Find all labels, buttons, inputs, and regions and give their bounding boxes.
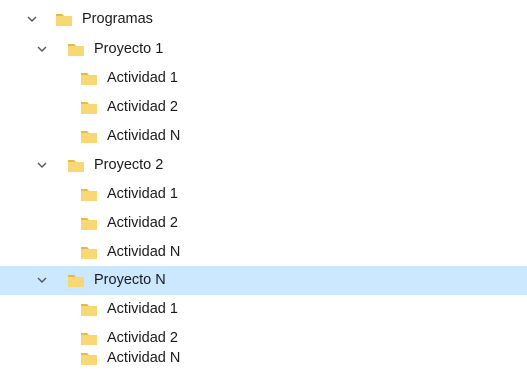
folder-icon (81, 131, 97, 143)
tree-label-proyecto: Proyecto 2 (94, 157, 164, 173)
tree-row-proyecto-1[interactable]: Proyecto 1 (0, 35, 527, 64)
chevron-down-icon[interactable] (36, 159, 48, 171)
tree-label-actividad: Actividad 1 (107, 70, 178, 86)
tree-row-actividad[interactable]: Actividad 1 (0, 180, 527, 209)
tree-row-actividad[interactable]: Actividad 2 (0, 209, 527, 238)
chevron-down-icon[interactable] (26, 13, 38, 25)
tree-label-actividad: Actividad 1 (107, 186, 178, 202)
folder-icon (81, 189, 97, 201)
folder-icon (56, 14, 72, 26)
tree-row-actividad[interactable]: Actividad 2 (0, 93, 527, 122)
tree-row-actividad[interactable]: Actividad N (0, 344, 527, 373)
tree-label-actividad: Actividad N (107, 350, 181, 366)
tree-label-actividad: Actividad N (107, 128, 181, 144)
tree-row-programas[interactable]: Programas (0, 5, 527, 34)
tree-row-proyecto-2[interactable]: Proyecto 2 (0, 151, 527, 180)
folder-icon (68, 160, 84, 172)
tree-label-actividad: Actividad 2 (107, 215, 178, 231)
tree-label-actividad: Actividad 2 (107, 99, 178, 115)
tree-label-proyecto: Proyecto 1 (94, 41, 164, 57)
tree-row-actividad[interactable]: Actividad 1 (0, 295, 527, 324)
folder-icon (81, 304, 97, 316)
tree-row-actividad[interactable]: Actividad N (0, 238, 527, 267)
folder-icon (81, 73, 97, 85)
folder-icon (81, 247, 97, 259)
tree-label-actividad: Actividad N (107, 244, 181, 260)
tree-label-proyecto: Proyecto N (94, 272, 166, 288)
tree-row-proyecto-n[interactable]: Proyecto N (0, 266, 527, 295)
folder-icon (68, 44, 84, 56)
folder-icon (81, 102, 97, 114)
folder-icon (81, 353, 97, 365)
tree-label-programas: Programas (82, 11, 153, 27)
chevron-down-icon[interactable] (36, 274, 48, 286)
folder-icon (68, 275, 84, 287)
tree-row-actividad[interactable]: Actividad 1 (0, 64, 527, 93)
tree-label-actividad: Actividad 1 (107, 301, 178, 317)
folder-icon (81, 218, 97, 230)
chevron-down-icon[interactable] (36, 43, 48, 55)
tree-row-actividad[interactable]: Actividad N (0, 122, 527, 151)
